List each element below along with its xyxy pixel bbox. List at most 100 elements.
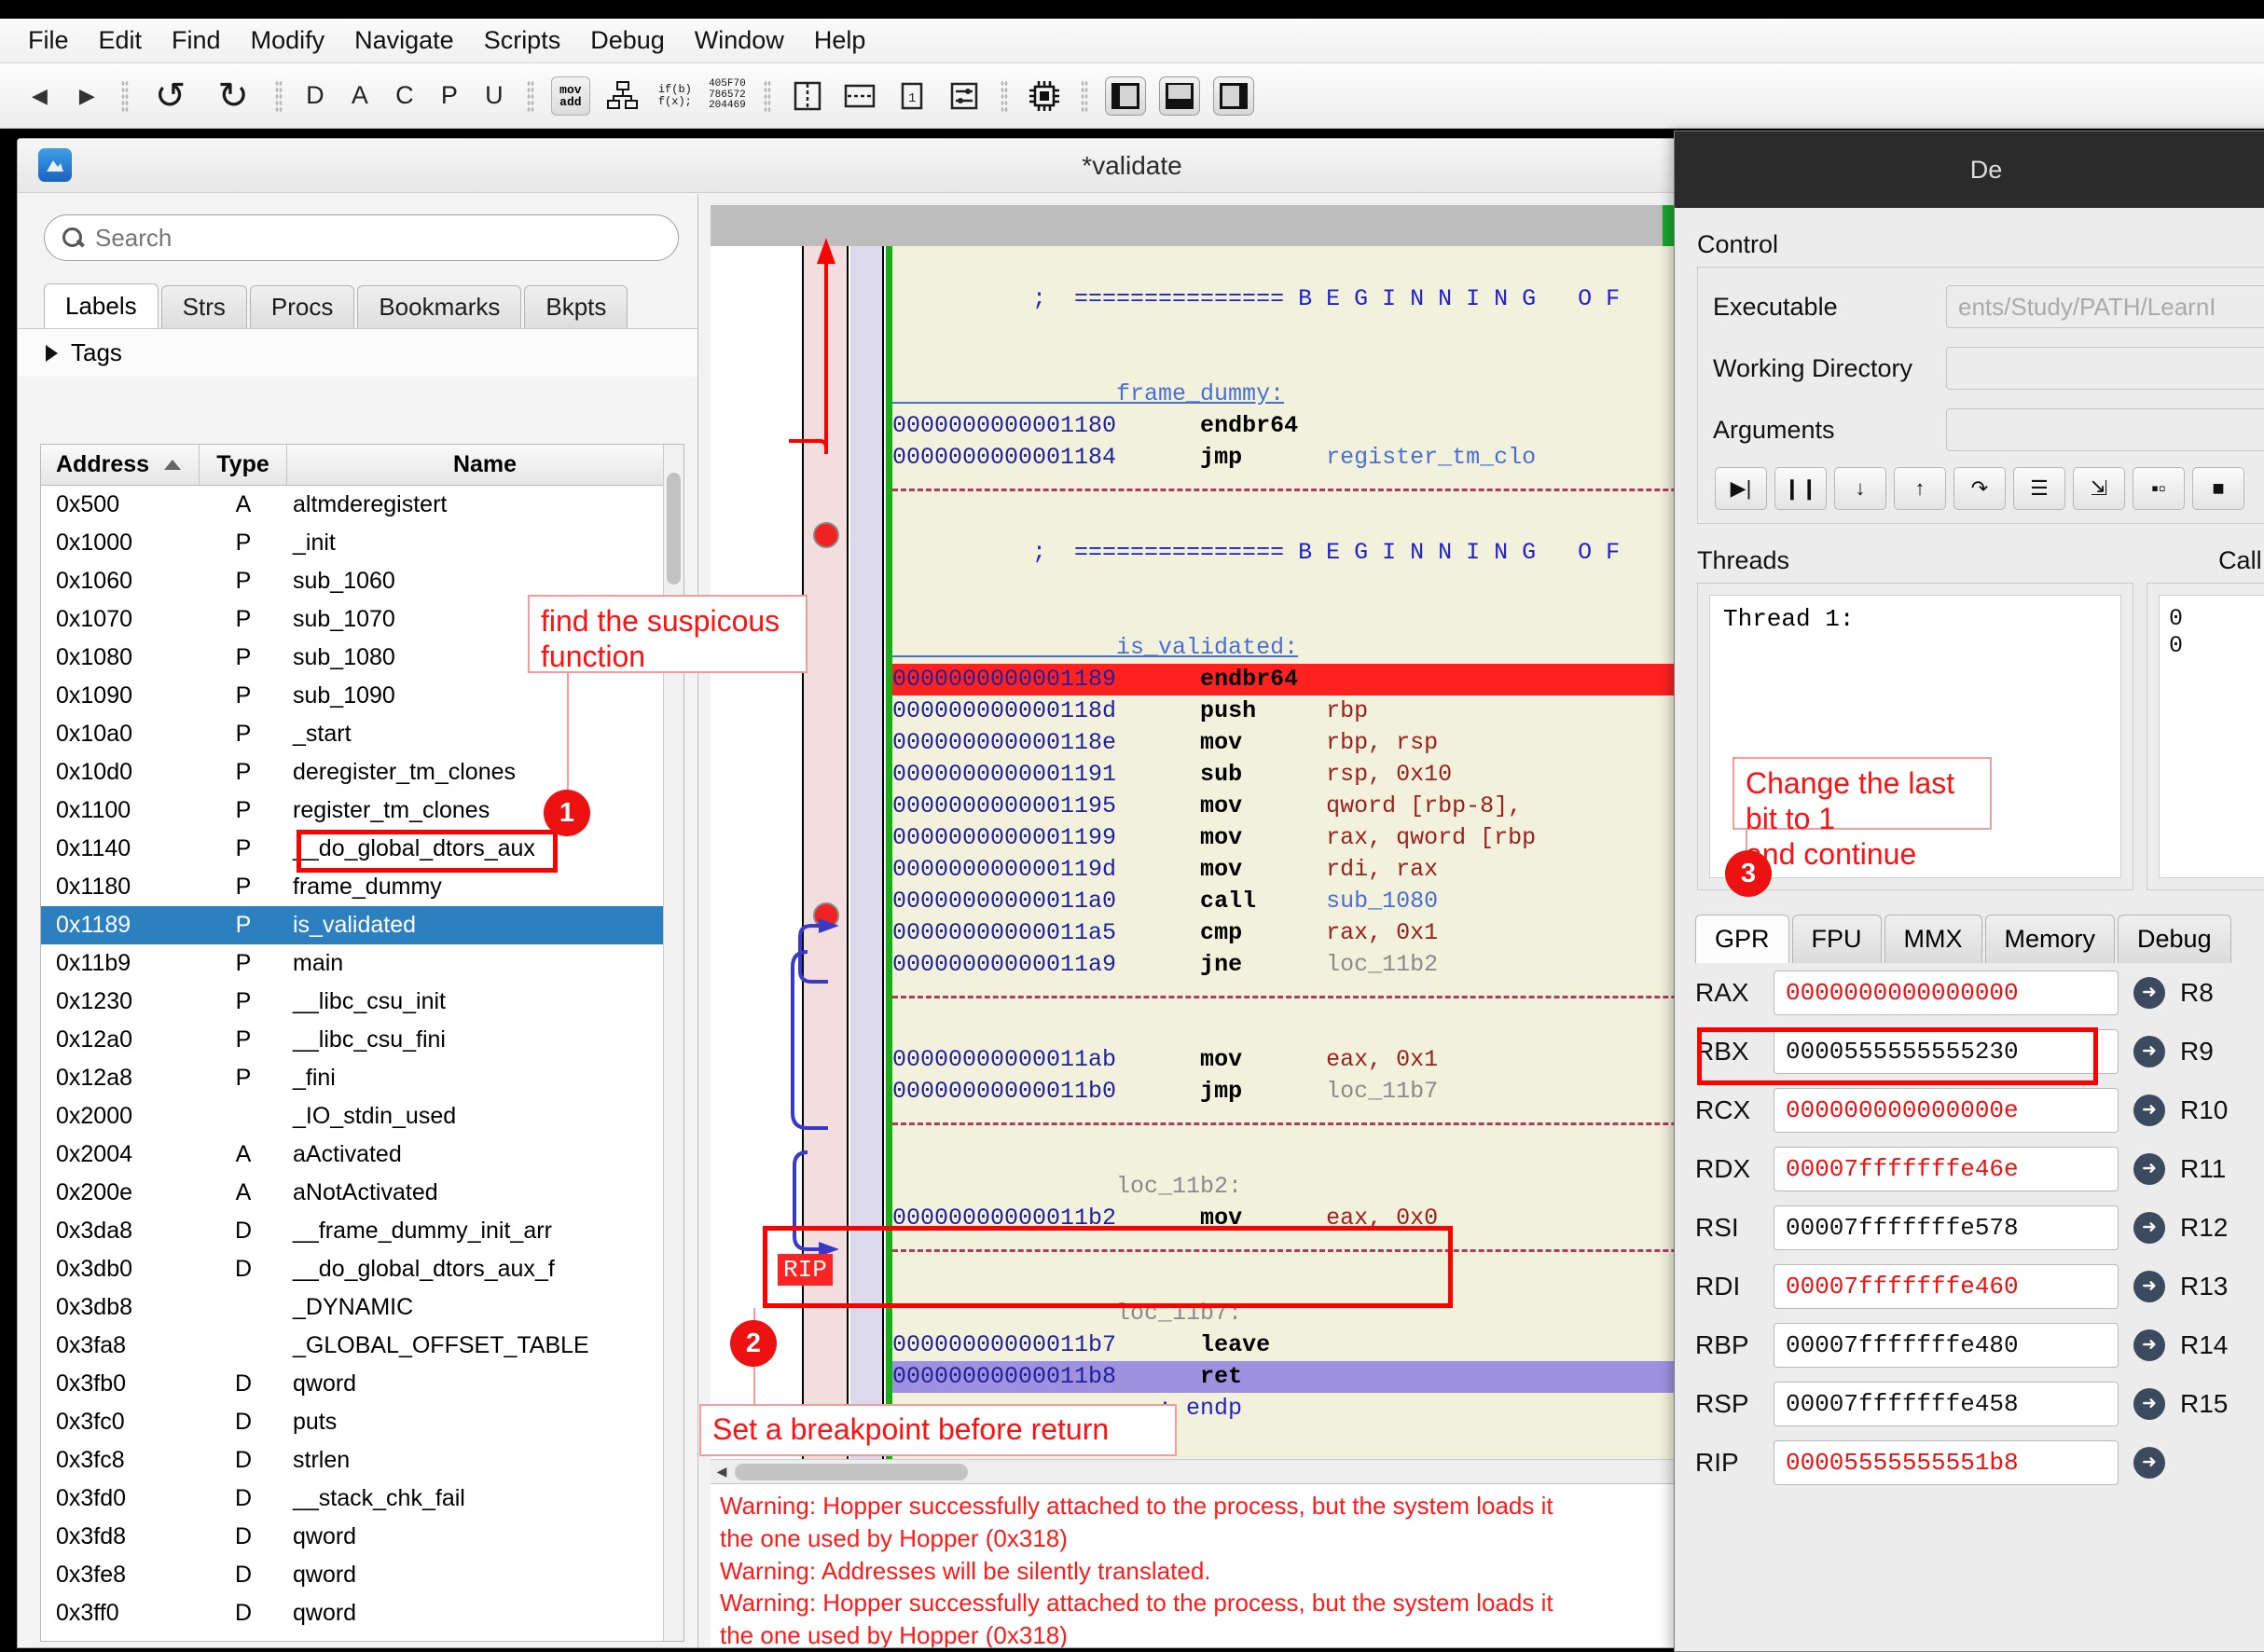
table-row[interactable]: 0x12a0 P __libc_csu_fini xyxy=(41,1021,683,1059)
table-row[interactable]: 0x1230 P __libc_csu_init xyxy=(41,983,683,1021)
table-row[interactable]: 0x3fc0 Dputs xyxy=(41,1403,683,1441)
table-row[interactable]: 0x10a0 P _start xyxy=(41,715,683,753)
split-vertical-icon[interactable] xyxy=(788,76,827,116)
tags-row[interactable]: Tags xyxy=(18,328,697,377)
follow-address-icon[interactable]: ➜ xyxy=(2133,1211,2165,1244)
table-row[interactable]: 0x3fa8 _GLOBAL_OFFSET_TABLE xyxy=(41,1327,683,1365)
data-button[interactable]: D xyxy=(299,81,331,110)
follow-address-icon[interactable]: ➜ xyxy=(2133,1446,2165,1479)
step-over-icon[interactable]: ↷ xyxy=(1953,467,2006,510)
hex-view-icon[interactable]: 405F70 786572 204469 xyxy=(708,76,747,116)
split-horizontal-icon[interactable] xyxy=(840,76,879,116)
tab-debug[interactable]: Debug xyxy=(2118,915,2231,963)
table-row[interactable]: 0x3fe8 Dqword xyxy=(41,1556,683,1594)
call-stack-item[interactable]: 0 xyxy=(2169,605,2264,632)
register-value-rdi[interactable]: 00007fffffffe460 xyxy=(1774,1263,2119,1309)
table-row[interactable]: 0x500 Aaltmderegistert xyxy=(41,486,683,524)
code-button[interactable]: C xyxy=(389,81,421,110)
single-pane-icon[interactable]: 1 xyxy=(892,76,932,116)
menu-item-debug[interactable]: Debug xyxy=(575,24,680,57)
stop-icon[interactable]: ■ xyxy=(2192,467,2244,510)
follow-address-icon[interactable]: ➜ xyxy=(2133,1270,2165,1302)
arguments-field[interactable] xyxy=(1946,408,2264,451)
register-value-rcx[interactable]: 000000000000000e xyxy=(1774,1087,2119,1133)
code-scrollbar-thumb[interactable] xyxy=(735,1463,968,1480)
table-row[interactable]: 0x2000 _IO_stdin_used xyxy=(41,1097,683,1136)
table-row[interactable]: 0x1000 P _init xyxy=(41,524,683,562)
follow-address-icon[interactable]: ➜ xyxy=(2133,1328,2165,1361)
search-input[interactable] xyxy=(93,222,661,254)
table-row[interactable]: 0x11b9 Pmain xyxy=(41,944,683,983)
ascii-button[interactable]: A xyxy=(344,81,376,110)
back-button[interactable]: ◀ xyxy=(22,84,57,108)
table-row[interactable]: 0x200e AaNotActivated xyxy=(41,1174,683,1212)
tab-gpr[interactable]: GPR xyxy=(1695,915,1789,963)
run-icon[interactable]: ▶| xyxy=(1715,467,1767,510)
menu-item-window[interactable]: Window xyxy=(680,24,799,57)
follow-address-icon[interactable]: ➜ xyxy=(2133,1152,2165,1185)
column-header-name[interactable]: Name xyxy=(287,445,683,485)
menu-item-find[interactable]: Find xyxy=(157,24,236,57)
menu-item-navigate[interactable]: Navigate xyxy=(339,24,469,57)
column-header-type[interactable]: Type xyxy=(200,445,287,485)
register-value-rdx[interactable]: 00007fffffffe46e xyxy=(1774,1146,2119,1191)
table-row[interactable]: 0x3fd0 D __stack_chk_fail xyxy=(41,1480,683,1518)
tab-memory[interactable]: Memory xyxy=(1984,915,2116,963)
chip-icon[interactable] xyxy=(1025,76,1064,116)
table-row[interactable]: 0x3db0 D __do_global_dtors_aux_f xyxy=(41,1250,683,1288)
register-value-rip[interactable]: 00005555555551b8 xyxy=(1774,1439,2119,1485)
table-row[interactable]: 0x1189 Pis_validated xyxy=(41,906,683,944)
tab-procs[interactable]: Procs xyxy=(249,285,355,328)
pause-icon[interactable]: ❙❙ xyxy=(1774,467,1827,510)
table-row[interactable]: 0x1140 P __do_global_dtors_aux xyxy=(41,830,683,868)
tab-bkpts[interactable]: Bkpts xyxy=(524,285,628,328)
redo-button[interactable]: ↻ xyxy=(208,73,258,119)
tab-strs[interactable]: Strs xyxy=(160,285,247,328)
tab-fpu[interactable]: FPU xyxy=(1791,915,1882,963)
table-row[interactable]: 0x3fb0 Dqword xyxy=(41,1365,683,1403)
column-header-address[interactable]: Address xyxy=(41,445,200,485)
table-row[interactable]: 0x3db8 _DYNAMIC xyxy=(41,1288,683,1327)
menu-item-edit[interactable]: Edit xyxy=(84,24,158,57)
table-row[interactable]: 0x10d0 Pderegister_tm_clones xyxy=(41,753,683,792)
undefine-button[interactable]: U xyxy=(478,81,510,110)
register-value-rsi[interactable]: 00007fffffffe578 xyxy=(1774,1205,2119,1250)
thread-item[interactable]: Thread 1: xyxy=(1723,605,1854,633)
register-value-rbp[interactable]: 00007fffffffe480 xyxy=(1774,1322,2119,1368)
table-row[interactable]: 0x3fc8 Dstrlen xyxy=(41,1441,683,1480)
step-out-icon[interactable]: ↑ xyxy=(1894,467,1946,510)
search-box[interactable] xyxy=(44,214,679,261)
inspector-icon[interactable] xyxy=(945,76,984,116)
set-pc-icon[interactable]: ⇲ xyxy=(2073,467,2125,510)
procedure-button[interactable]: P xyxy=(434,81,465,110)
call-stack-item[interactable]: 0 xyxy=(2169,632,2264,659)
breakpoint-dot[interactable] xyxy=(813,522,839,548)
follow-address-icon[interactable]: ➜ xyxy=(2133,1094,2165,1126)
layout-bottom-icon[interactable] xyxy=(1158,76,1200,116)
table-row[interactable]: 0x3ff8Dqword xyxy=(41,1632,683,1641)
menu-item-scripts[interactable]: Scripts xyxy=(469,24,576,57)
table-row[interactable]: 0x1180 Pframe_dummy xyxy=(41,868,683,906)
executable-field[interactable]: ents/Study/PATH/LearnI xyxy=(1946,285,2264,328)
follow-address-icon[interactable]: ➜ xyxy=(2133,976,2165,1009)
layout-left-icon[interactable] xyxy=(1104,76,1146,116)
register-value-rsp[interactable]: 00007fffffffe458 xyxy=(1774,1381,2119,1426)
table-row[interactable]: 0x1090 Psub_1090 xyxy=(41,677,683,715)
table-row[interactable]: 0x3ff0 Dqword xyxy=(41,1594,683,1632)
tab-labels[interactable]: Labels xyxy=(44,283,159,328)
register-value-rbx[interactable]: 0000555555555230 xyxy=(1774,1028,2119,1074)
register-value-rax[interactable]: 0000000000000000 xyxy=(1774,970,2119,1015)
pseudocode-icon[interactable]: if(b) f(x); xyxy=(656,76,695,116)
table-row[interactable]: 0x3da8 D __frame_dummy_init_arr xyxy=(41,1212,683,1250)
forward-button[interactable]: ▶ xyxy=(70,84,104,108)
run-to-line-icon[interactable]: ☰ xyxy=(2013,467,2065,510)
layout-right-icon[interactable] xyxy=(1212,76,1254,116)
table-row[interactable]: 0x12a8 P _fini xyxy=(41,1059,683,1097)
working-directory-field[interactable] xyxy=(1946,347,2264,390)
tab-mmx[interactable]: MMX xyxy=(1884,915,1982,963)
follow-address-icon[interactable]: ➜ xyxy=(2133,1035,2165,1067)
step-into-icon[interactable]: ↓ xyxy=(1834,467,1886,510)
menu-item-modify[interactable]: Modify xyxy=(236,24,340,57)
assembly-view-button[interactable]: mov add xyxy=(550,76,590,116)
menu-item-help[interactable]: Help xyxy=(799,24,881,57)
